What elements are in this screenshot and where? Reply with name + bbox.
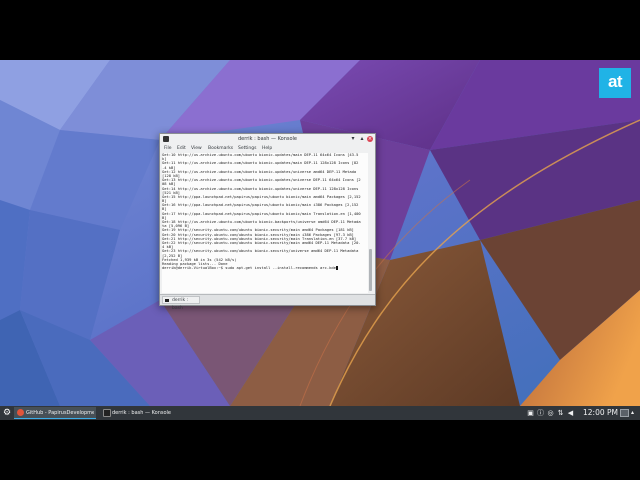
terminal-line: Get:22 http://security.ubuntu.com/ubuntu… xyxy=(162,240,361,245)
menubar: File Edit View Bookmarks Settings Help xyxy=(160,145,375,153)
terminal-line: Get:23 http://security.ubuntu.com/ubuntu… xyxy=(162,249,359,254)
show-desktop-icon[interactable] xyxy=(620,409,629,417)
network-icon[interactable]: ⇅ xyxy=(557,409,564,417)
terminal-line: Get:19 http://security.ubuntu.com/ubuntu… xyxy=(162,228,354,233)
menu-edit[interactable]: Edit xyxy=(177,145,186,153)
terminal-line: Get:10 http://us.archive.ubuntu.com/ubun… xyxy=(162,153,359,157)
clipboard-icon[interactable]: ▣ xyxy=(527,409,534,417)
terminal-line: derrik@derrik-VirtualBox:~$ sudo apt-get… xyxy=(162,266,368,270)
scrollbar-thumb[interactable] xyxy=(369,249,372,291)
screen: at derrik : bash — Konsole ▾ ▴ × File Ed… xyxy=(0,0,640,480)
konsole-tabbar: derrik : bash xyxy=(160,294,375,311)
close-button[interactable]: × xyxy=(367,136,373,142)
letterbox-bottom xyxy=(0,420,640,480)
maximize-button[interactable]: ▴ xyxy=(359,136,365,142)
notifications-icon[interactable]: ⓘ xyxy=(537,409,544,417)
terminal-line: Get:14 http://us.archive.ubuntu.com/ubun… xyxy=(162,186,359,191)
terminal-line: Get:16 http://ppa.launchpad.net/papirus/… xyxy=(162,203,359,208)
application-launcher-icon[interactable]: ⚙ xyxy=(2,408,12,418)
terminal-scrollbar[interactable] xyxy=(368,153,373,293)
taskbar-item-label: GitHub - PapirusDevelopmentTea… xyxy=(26,410,94,416)
tab-label: derrik : bash xyxy=(172,298,189,311)
updates-icon[interactable]: ◎ xyxy=(547,409,554,417)
konsole-window[interactable]: derrik : bash — Konsole ▾ ▴ × File Edit … xyxy=(159,133,376,311)
tray-expand-icon[interactable]: ▴ xyxy=(631,409,634,417)
menu-view[interactable]: View xyxy=(191,145,202,153)
taskbar-item-browser[interactable]: GitHub - PapirusDevelopmentTea… xyxy=(14,407,96,419)
terminal-tab-icon xyxy=(165,299,169,302)
volume-icon[interactable]: ◀ xyxy=(567,409,574,417)
terminal-line: Get:13 http://us.archive.ubuntu.com/ubun… xyxy=(162,178,361,183)
browser-icon xyxy=(17,409,24,416)
terminal-line: Get:11 http://us.archive.ubuntu.com/ubun… xyxy=(162,161,359,166)
terminal-line: Get:18 http://us.archive.ubuntu.com/ubun… xyxy=(162,220,361,224)
menu-bookmarks[interactable]: Bookmarks xyxy=(208,145,233,153)
terminal-line: Get:17 http://ppa.launchpad.net/papirus/… xyxy=(162,211,361,216)
clock[interactable]: 12:00 PM xyxy=(583,406,618,420)
window-title: derrik : bash — Konsole xyxy=(238,136,297,142)
watermark-logo: at xyxy=(599,68,631,98)
menu-settings[interactable]: Settings xyxy=(238,145,256,153)
terminal-prompt-line: derrik@derrik-VirtualBox:~$ sudo apt-get… xyxy=(162,266,336,271)
menu-help[interactable]: Help xyxy=(262,145,272,153)
terminal-icon xyxy=(103,409,111,417)
taskbar-item-konsole[interactable]: derrik : bash — Konsole xyxy=(100,407,180,419)
letterbox-top xyxy=(0,0,640,60)
taskbar: ⚙ GitHub - PapirusDevelopmentTea… derrik… xyxy=(0,406,640,420)
terminal-line: Get:15 http://ppa.launchpad.net/papirus/… xyxy=(162,194,361,199)
minimize-button[interactable]: ▾ xyxy=(350,136,356,142)
tab-bash[interactable]: derrik : bash xyxy=(162,296,200,311)
terminal-line: Get:12 http://us.archive.ubuntu.com/ubun… xyxy=(162,169,357,174)
menu-file[interactable]: File xyxy=(164,145,172,153)
terminal-cursor xyxy=(335,266,338,270)
watermark-logo-text: at xyxy=(607,72,623,91)
terminal-output[interactable]: Get:10 http://us.archive.ubuntu.com/ubun… xyxy=(162,153,368,293)
window-titlebar[interactable]: derrik : bash — Konsole ▾ ▴ × xyxy=(160,134,375,144)
taskbar-item-label: derrik : bash — Konsole xyxy=(112,410,171,416)
